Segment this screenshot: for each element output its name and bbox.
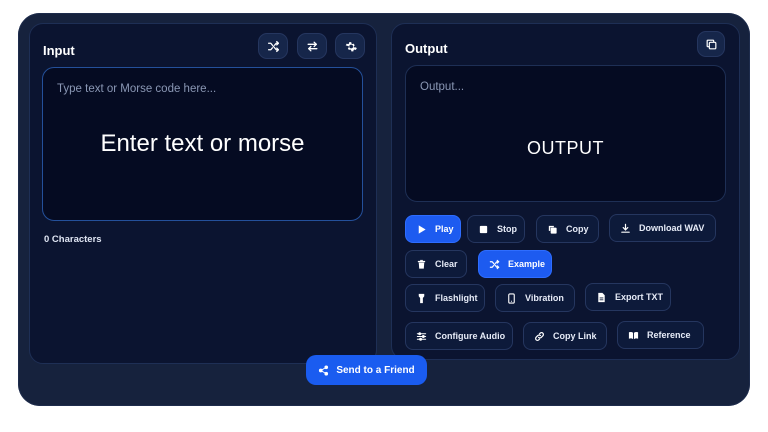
flashlight-label: Flashlight [435, 293, 478, 303]
flashlight-icon [418, 293, 425, 303]
reference-button[interactable]: Reference [617, 321, 704, 349]
stop-label: Stop [497, 224, 517, 234]
play-label: Play [435, 224, 454, 234]
output-title: Output [405, 41, 448, 56]
copy-icon [548, 225, 557, 234]
sliders-icon [416, 331, 427, 341]
file-icon [598, 292, 605, 302]
copy-button[interactable]: Copy [536, 215, 599, 243]
share-icon [319, 364, 329, 376]
character-count: 0 Characters [44, 234, 102, 245]
copy-output-button[interactable] [697, 31, 725, 57]
morse-app-container: Input Type text or Morse code here... En… [18, 13, 750, 406]
stop-button[interactable]: Stop [467, 215, 525, 243]
input-textarea[interactable]: Type text or Morse code here... Enter te… [42, 67, 363, 221]
copy-link-button[interactable]: Copy Link [523, 322, 607, 350]
input-title: Input [43, 43, 75, 58]
swap-button[interactable] [297, 33, 327, 59]
book-icon [628, 331, 639, 339]
configure-audio-button[interactable]: Configure Audio [405, 322, 513, 350]
output-display-text: OUTPUT [527, 138, 604, 158]
stop-icon [479, 225, 488, 233]
swap-icon [307, 41, 317, 51]
configure-audio-label: Configure Audio [435, 331, 506, 341]
example-label: Example [508, 259, 546, 269]
input-hint-text: Enter text or morse [100, 130, 305, 157]
play-button[interactable]: Play [405, 215, 461, 243]
flashlight-button[interactable]: Flashlight [405, 284, 485, 312]
example-button[interactable]: Example [478, 250, 552, 278]
output-placeholder: Output... [420, 81, 465, 93]
clear-label: Clear [435, 259, 458, 269]
trash-icon [417, 259, 426, 269]
export-txt-button[interactable]: Export TXT [585, 283, 671, 311]
gear-icon [345, 41, 357, 51]
output-panel: Output Output... OUTPUT Play Stop Copy D… [391, 23, 740, 360]
reference-label: Reference [647, 330, 691, 340]
link-icon [535, 331, 544, 341]
download-wav-button[interactable]: Download WAV [609, 214, 716, 242]
settings-button[interactable] [335, 33, 365, 59]
copy-label: Copy [566, 224, 589, 234]
download-icon [621, 223, 630, 233]
export-txt-label: Export TXT [615, 292, 664, 302]
send-to-friend-button[interactable]: Send to a Friend [306, 355, 427, 385]
clear-button[interactable]: Clear [405, 250, 467, 278]
output-area: Output... OUTPUT [405, 65, 726, 202]
shuffle-icon [267, 40, 279, 52]
play-icon [418, 224, 426, 234]
input-panel: Input Type text or Morse code here... En… [29, 23, 377, 364]
vibration-button[interactable]: Vibration [495, 284, 575, 312]
send-to-friend-label: Send to a Friend [336, 364, 415, 376]
copy-link-label: Copy Link [553, 331, 597, 341]
vibration-label: Vibration [525, 293, 564, 303]
shuffle-button[interactable] [258, 33, 288, 59]
copy-icon [706, 39, 716, 49]
shuffle-icon [489, 259, 500, 269]
input-placeholder: Type text or Morse code here... [57, 83, 217, 95]
download-wav-label: Download WAV [639, 223, 705, 233]
phone-icon [508, 292, 515, 304]
